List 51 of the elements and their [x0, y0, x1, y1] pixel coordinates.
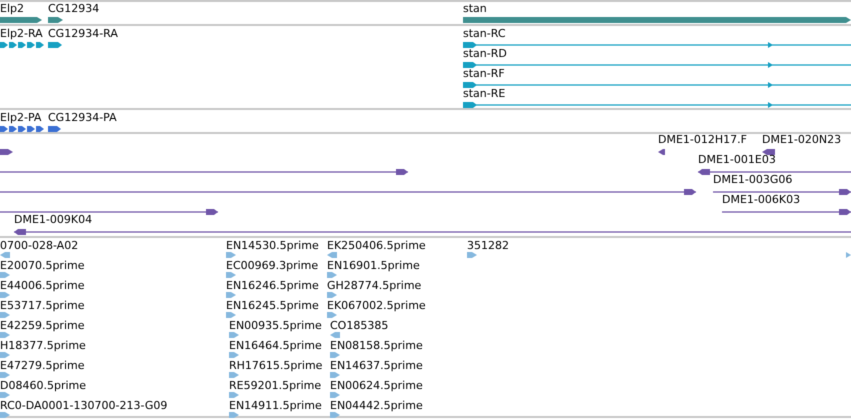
feature-label: EN14637.5prime — [330, 360, 423, 372]
feature-label: DME1-006K03 — [722, 194, 800, 206]
feature-label: EK250406.5prime — [327, 240, 426, 252]
feature-glyph — [0, 41, 45, 49]
feature-label: CG12934 — [48, 3, 100, 15]
feature-label: GH28774.5prime — [327, 280, 422, 292]
feature-label: EN14530.5prime — [226, 240, 319, 252]
feature-label: DME1-009K04 — [14, 214, 92, 226]
feature-label: EN00935.5prime — [229, 320, 322, 332]
feature-label: EC00969.3prime — [226, 260, 318, 272]
feature-label: 351282 — [467, 240, 509, 252]
feature-label: RH17615.5prime — [229, 360, 322, 372]
feature-label: RC0-DA0001-130700-213-G09 — [0, 400, 168, 412]
feature-label: EN16901.5prime — [327, 260, 420, 272]
feature-label: EN16246.5prime — [226, 280, 319, 292]
feature-label: DME1-001E03 — [698, 154, 776, 166]
feature-glyph — [0, 16, 42, 24]
feature-label: Elp2 — [0, 3, 24, 15]
feature-label: DME1-003G06 — [713, 174, 792, 186]
feature-label: EN08158.5prime — [330, 340, 423, 352]
feature-label: EN00624.5prime — [330, 380, 423, 392]
feature-label: stan-RE — [463, 88, 506, 100]
feature-glyph — [48, 41, 63, 49]
feature-label: CO185385 — [330, 320, 388, 332]
feature-glyph — [48, 16, 63, 24]
feature-label: Elp2-RA — [0, 28, 43, 40]
feature-label: stan-RF — [463, 68, 505, 80]
feature-label: Elp2-PA — [0, 112, 42, 124]
feature-label: EN14911.5prime — [229, 400, 322, 412]
feature-label: E44006.5prime — [0, 280, 84, 292]
feature-label: E42259.5prime — [0, 320, 84, 332]
feature-label: stan-RC — [463, 28, 506, 40]
feature-label: RE59201.5prime — [229, 380, 322, 392]
feature-label: E53717.5prime — [0, 300, 84, 312]
feature-label: E20070.5prime — [0, 260, 84, 272]
feature-label: DME1-012H17.F — [658, 134, 747, 146]
feature-glyph — [48, 125, 62, 133]
feature-label: EN04442.5prime — [330, 400, 423, 412]
feature-label: E47279.5prime — [0, 360, 84, 372]
feature-label: EN16464.5prime — [229, 340, 322, 352]
feature-label: stan-RD — [463, 48, 507, 60]
feature-label: stan — [463, 3, 487, 15]
feature-label: D08460.5prime — [0, 380, 86, 392]
feature-label: 0700-028-A02 — [0, 240, 78, 252]
feature-glyph — [0, 125, 45, 133]
feature-label: CG12934-RA — [48, 28, 118, 40]
feature-label: H18377.5prime — [0, 340, 86, 352]
feature-label: CG12934-PA — [48, 112, 117, 124]
feature-label: DME1-020N23 — [762, 134, 842, 146]
feature-label: EN16245.5prime — [226, 300, 319, 312]
feature-label: EK067002.5prime — [327, 300, 426, 312]
